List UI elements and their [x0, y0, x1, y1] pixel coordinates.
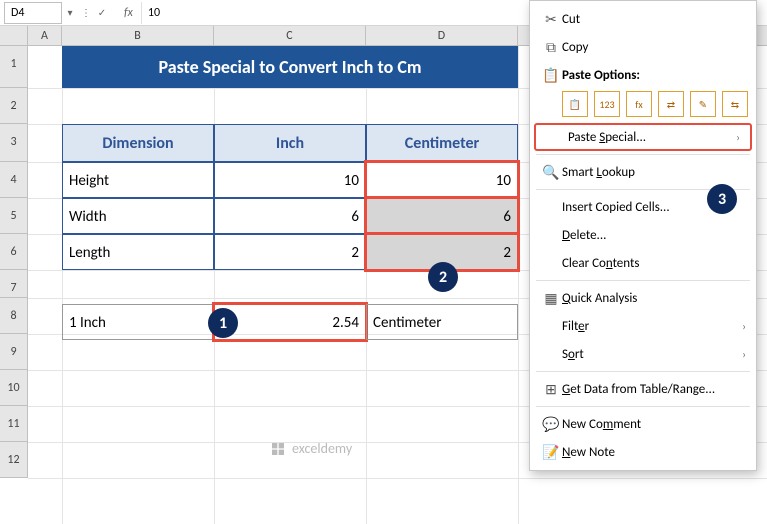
step-badge-3: 3 [707, 184, 737, 214]
search-icon: 🔍 [540, 164, 562, 181]
row-head-12[interactable]: 12 [0, 442, 28, 478]
cell-d8[interactable]: Centimeter [366, 304, 518, 340]
menu-sort[interactable]: Sort › [530, 340, 756, 368]
row-head-2[interactable]: 2 [0, 88, 28, 124]
menu-sort-label: Sort [562, 347, 742, 362]
note-icon: 📝 [540, 444, 562, 461]
menu-filter-label: Filter [562, 319, 742, 334]
row-head-8[interactable]: 8 [0, 298, 28, 334]
cell-c5[interactable]: 6 [214, 198, 366, 234]
function-btn[interactable]: ✓ [94, 6, 110, 19]
menu-cut[interactable]: ✂ Cut [530, 5, 756, 33]
paste-icon-3[interactable]: fx [626, 91, 652, 117]
menu-cut-label: Cut [562, 12, 746, 27]
menu-new-note[interactable]: 📝 New Note [530, 438, 756, 466]
cell-c6[interactable]: 2 [214, 234, 366, 270]
cell-b6[interactable]: Length [62, 234, 214, 270]
row-head-5[interactable]: 5 [0, 198, 28, 234]
row-head-7[interactable]: 7 [0, 270, 28, 298]
col-head-a[interactable]: A [28, 26, 62, 45]
clipboard-icon: 📋 [540, 67, 562, 84]
name-box-value: D4 [11, 6, 24, 20]
menu-quick-label: Quick Analysis [562, 291, 746, 306]
row-head-4[interactable]: 4 [0, 162, 28, 198]
menu-get-data[interactable]: ⊞ Get Data from Table/Range... [530, 375, 756, 403]
paste-icon-4[interactable]: ⇄ [658, 91, 684, 117]
menu-copy[interactable]: ⧉ Copy [530, 33, 756, 61]
paste-option-icons: 📋 123 fx ⇄ ✎ ⇆ [530, 89, 756, 123]
context-menu: ✂ Cut ⧉ Copy 📋 Paste Options: 📋 123 fx ⇄… [529, 0, 757, 471]
logo-icon [270, 441, 286, 457]
paste-icon-1[interactable]: 📋 [562, 91, 588, 117]
menu-separator [536, 154, 750, 155]
menu-paste-options-label: Paste Options: [562, 68, 746, 83]
menu-paste-special-label: Paste Special... [568, 130, 736, 145]
menu-clear-label: Clear Contents [562, 256, 746, 271]
menu-smart-lookup[interactable]: 🔍 Smart Lookup [530, 158, 756, 186]
watermark-text: exceldemy [292, 440, 352, 457]
row-head-1[interactable]: 1 [0, 46, 28, 88]
chevron-right-icon: › [736, 131, 740, 144]
menu-paste-options-header: 📋 Paste Options: [530, 61, 756, 89]
chevron-right-icon: › [742, 348, 746, 361]
row-head-9[interactable]: 9 [0, 334, 28, 370]
title-cell[interactable]: Paste Special to Convert Inch to Cm [62, 46, 518, 88]
menu-smart-lookup-label: Smart Lookup [562, 165, 746, 180]
col-head-b[interactable]: B [62, 26, 214, 45]
table-icon: ⊞ [540, 381, 562, 398]
row-head-6[interactable]: 6 [0, 234, 28, 270]
menu-quick-analysis[interactable]: ▦ Quick Analysis [530, 284, 756, 312]
paste-icon-2[interactable]: 123 [594, 91, 620, 117]
name-box-dropdown-icon[interactable]: ▾ [62, 6, 78, 19]
row-head-11[interactable]: 11 [0, 406, 28, 442]
formula-bar-value: 10 [148, 6, 160, 20]
cell-b8[interactable]: 1 Inch [62, 304, 214, 340]
toolbar-divider: ⋮ [78, 6, 94, 19]
col-head-d[interactable]: D [366, 26, 518, 45]
cell-b5[interactable]: Width [62, 198, 214, 234]
comment-icon: 💬 [540, 416, 562, 433]
menu-get-data-label: Get Data from Table/Range... [562, 382, 746, 397]
menu-copy-label: Copy [562, 40, 746, 55]
menu-new-comment[interactable]: 💬 New Comment [530, 410, 756, 438]
menu-delete-label: Delete... [562, 228, 746, 243]
select-all-corner[interactable] [0, 26, 28, 45]
menu-separator [536, 406, 750, 407]
cell-d5[interactable]: 6 [366, 198, 518, 234]
name-box[interactable]: D4 [4, 2, 62, 24]
cell-b4[interactable]: Height [62, 162, 214, 198]
scissors-icon: ✂ [540, 11, 562, 28]
watermark: exceldemy [270, 440, 352, 457]
row-head-10[interactable]: 10 [0, 370, 28, 406]
row-head-3[interactable]: 3 [0, 124, 28, 162]
menu-separator [536, 371, 750, 372]
menu-delete[interactable]: Delete... [530, 221, 756, 249]
menu-new-comment-label: New Comment [562, 417, 746, 432]
data-table: Dimension Inch Centimeter Height 10 10 W… [62, 124, 518, 270]
header-inch[interactable]: Inch [214, 124, 366, 162]
analysis-icon: ▦ [540, 290, 562, 307]
header-cm[interactable]: Centimeter [366, 124, 518, 162]
col-head-c[interactable]: C [214, 26, 366, 45]
fx-icon[interactable]: fx [124, 6, 133, 20]
chevron-right-icon: › [742, 320, 746, 333]
paste-icon-5[interactable]: ✎ [690, 91, 716, 117]
paste-icon-6[interactable]: ⇆ [722, 91, 748, 117]
menu-separator [536, 280, 750, 281]
menu-filter[interactable]: Filter › [530, 312, 756, 340]
header-dimension[interactable]: Dimension [62, 124, 214, 162]
menu-new-note-label: New Note [562, 445, 746, 460]
menu-clear[interactable]: Clear Contents [530, 249, 756, 277]
step-badge-2: 2 [428, 262, 458, 292]
conversion-row: 1 Inch 2.54 Centimeter [62, 304, 518, 340]
copy-icon: ⧉ [540, 39, 562, 56]
cell-c4[interactable]: 10 [214, 162, 366, 198]
cell-d4[interactable]: 10 [366, 162, 518, 198]
step-badge-1: 1 [208, 308, 238, 338]
menu-paste-special[interactable]: Paste Special... › [534, 123, 752, 151]
